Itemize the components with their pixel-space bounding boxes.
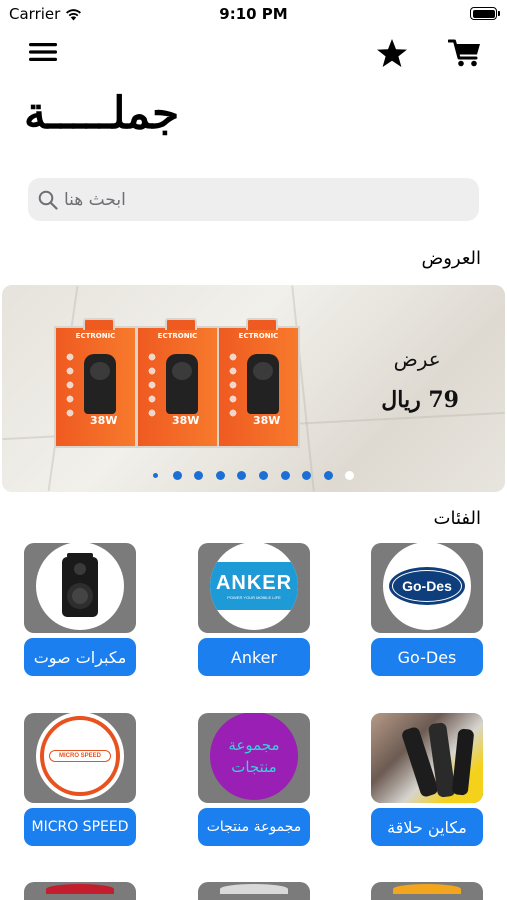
microspeed-logo: MICRO SPEED: [40, 716, 120, 796]
category-thumbnail: Go-Des: [371, 543, 483, 633]
car-charger-icon: [247, 354, 279, 414]
cart-icon: [448, 39, 480, 67]
search-icon: [38, 190, 58, 210]
category-label: مكبرات صوت: [24, 638, 136, 676]
category-card-partial[interactable]: [24, 882, 136, 900]
offer-line-1: عرض: [393, 347, 441, 371]
shaver-icon: [371, 713, 483, 803]
category-thumbnail: مجموعة منتجات: [198, 713, 310, 803]
category-label: مكاين حلاقة: [371, 808, 483, 846]
category-card[interactable]: مكبرات صوت: [24, 543, 136, 676]
speaker-icon: [62, 553, 98, 617]
page-dot[interactable]: [194, 471, 204, 480]
category-card[interactable]: ANKER POWER YOUR MOBILE LIFE Anker: [198, 543, 310, 676]
car-charger-icon: [166, 354, 198, 414]
category-thumbnail: [371, 713, 483, 803]
category-card-partial[interactable]: [371, 882, 483, 900]
category-label: MICRO SPEED: [24, 808, 136, 846]
search-bar[interactable]: [28, 178, 479, 221]
category-label: مجموعة منتجات: [198, 808, 310, 846]
category-thumbnail: ANKER POWER YOUR MOBILE LIFE: [198, 543, 310, 633]
godes-logo: Go-Des: [389, 567, 465, 605]
category-label: Anker: [198, 638, 310, 676]
star-icon: [377, 38, 407, 67]
product-watt: 38W: [253, 414, 281, 427]
offers-section-title: العروض: [421, 248, 481, 269]
categories-section-title: الفئات: [433, 508, 481, 529]
category-label: Go-Des: [371, 638, 483, 676]
category-card[interactable]: Go-Des Go-Des: [371, 543, 483, 676]
page-dot[interactable]: [258, 471, 268, 480]
page-dot[interactable]: [280, 471, 290, 480]
hamburger-icon: [29, 43, 57, 61]
page-dot[interactable]: [172, 471, 182, 480]
category-thumbnail: MICRO SPEED: [24, 713, 136, 803]
category-card[interactable]: مكاين حلاقة: [371, 713, 483, 846]
product-box: ECTRONIC 38W: [217, 318, 300, 448]
category-card[interactable]: MICRO SPEED MICRO SPEED: [24, 713, 136, 846]
status-bar: Carrier 9:10 PM: [0, 0, 507, 30]
offers-banner[interactable]: ECTRONIC 38W ECTRONIC 38W ECTRONIC 38W ع…: [2, 285, 505, 492]
favorites-button[interactable]: [374, 36, 410, 70]
product-brand: ECTRONIC: [238, 332, 279, 340]
products-group-logo: مجموعة منتجات: [228, 736, 280, 776]
page-dot[interactable]: [302, 471, 312, 480]
product-brand: ECTRONIC: [157, 332, 198, 340]
category-card-partial[interactable]: [198, 882, 310, 900]
category-thumbnail: [24, 543, 136, 633]
car-charger-icon: [84, 354, 116, 414]
page-dot[interactable]: [153, 473, 158, 478]
page-dot[interactable]: [237, 471, 247, 480]
product-box: ECTRONIC 38W: [54, 318, 137, 448]
status-time: 9:10 PM: [219, 5, 288, 23]
page-dot[interactable]: [323, 471, 333, 480]
page-dot-active[interactable]: [345, 471, 355, 480]
page-indicator[interactable]: [151, 471, 367, 480]
product-box: ECTRONIC 38W: [136, 318, 219, 448]
menu-button[interactable]: [26, 38, 60, 66]
page-dot[interactable]: [215, 471, 225, 480]
battery-icon: [470, 7, 500, 20]
offer-line-2: 79 ريال: [381, 387, 459, 413]
product-watt: 38W: [90, 414, 118, 427]
product-watt: 38W: [172, 414, 200, 427]
cart-button[interactable]: [446, 36, 484, 70]
search-input[interactable]: [64, 189, 194, 210]
category-card[interactable]: مجموعة منتجات مجموعة منتجات: [198, 713, 310, 846]
anker-logo: ANKER POWER YOUR MOBILE LIFE: [210, 562, 298, 610]
product-brand: ECTRONIC: [75, 332, 116, 340]
page-title: جملـــــة: [24, 88, 180, 139]
offer-text: عرض 79 ريال: [381, 347, 459, 413]
